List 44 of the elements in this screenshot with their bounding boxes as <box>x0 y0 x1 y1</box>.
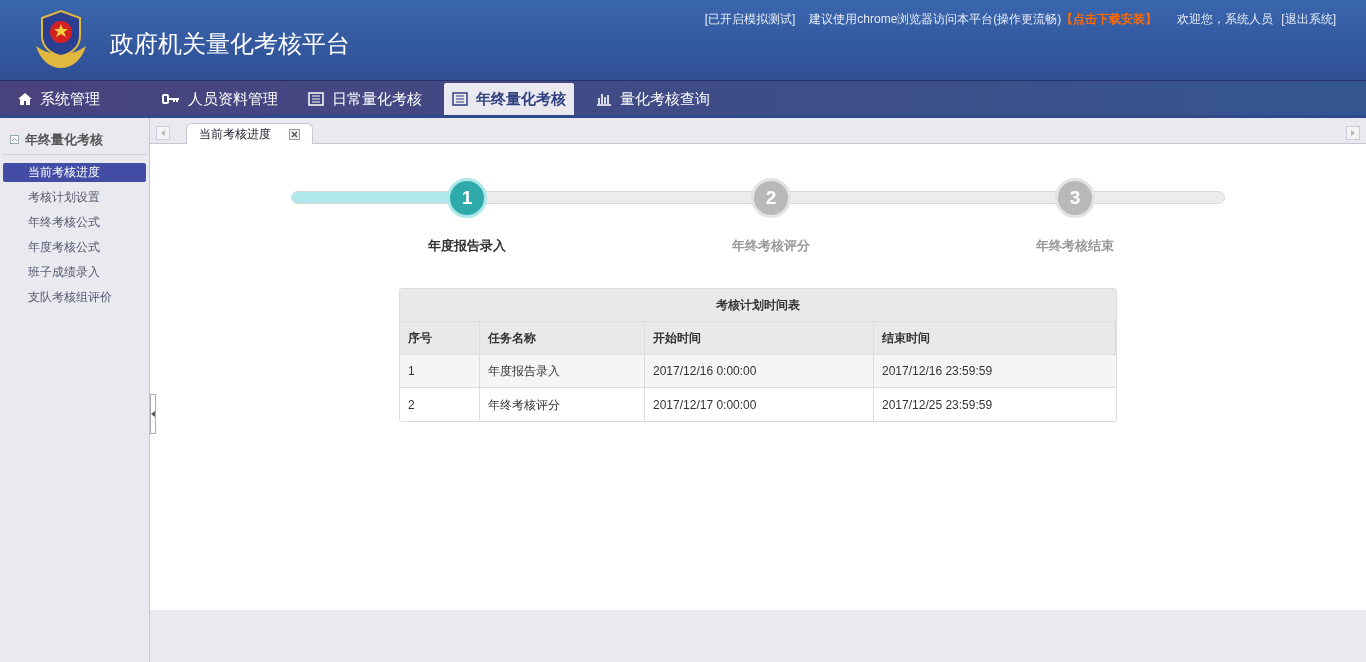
column-header: 任务名称 <box>480 322 645 355</box>
caret-right-icon <box>1351 130 1355 136</box>
column-header: 开始时间 <box>645 322 874 355</box>
bar-chart-icon <box>596 92 612 106</box>
nav-tab[interactable]: 日常量化考核 <box>300 83 430 115</box>
browser-tip: 建议使用chrome浏览器访问本平台(操作更流畅) <box>809 11 1062 28</box>
sidebar-item[interactable]: 当前考核进度 <box>3 162 146 182</box>
scroll-left-button[interactable] <box>156 126 170 140</box>
welcome-text: 欢迎您，系统人员 <box>1177 11 1274 28</box>
list-icon <box>452 92 468 106</box>
collapse-icon[interactable] <box>10 135 19 145</box>
nav-tab[interactable]: 系统管理 <box>10 83 140 115</box>
caret-left-icon <box>151 411 155 417</box>
sidebar-item[interactable]: 年度考核公式 <box>3 237 146 257</box>
step-label: 年终考核评分 <box>731 237 811 255</box>
scroll-right-button[interactable] <box>1346 126 1360 140</box>
page-tab[interactable]: 当前考核进度 <box>186 123 313 144</box>
table-cell: 1 <box>400 355 480 388</box>
sidebar-item[interactable]: 班子成绩录入 <box>3 262 146 282</box>
table-caption: 考核计划时间表 <box>400 289 1116 322</box>
sidebar-item[interactable]: 考核计划设置 <box>3 187 146 207</box>
logout-link[interactable]: [退出系统] <box>1281 10 1336 28</box>
nav-tab[interactable]: 年终量化考核 <box>444 83 574 115</box>
sidebar-title: 年终量化考核 <box>25 131 103 149</box>
close-icon[interactable] <box>289 128 300 140</box>
table-cell: 2017/12/16 23:59:59 <box>874 355 1116 388</box>
caret-left-icon <box>161 130 165 136</box>
sidebar-item[interactable]: 年终考核公式 <box>3 212 146 232</box>
table-cell: 年度报告录入 <box>480 355 645 388</box>
sidebar-toggle[interactable] <box>150 394 156 434</box>
test-mode-notice: [已开启模拟测试] <box>704 11 796 28</box>
step-label: 年度报告录入 <box>427 237 507 255</box>
nav-tab[interactable]: 量化考核查询 <box>588 83 718 115</box>
nav-tab[interactable]: 人员资料管理 <box>154 83 286 115</box>
sidebar-item[interactable]: 支队考核组评价 <box>3 287 146 307</box>
table-cell: 2017/12/16 0:00:00 <box>645 355 874 388</box>
column-header: 结束时间 <box>874 322 1116 355</box>
list-icon <box>308 92 324 106</box>
platform-title: 政府机关量化考核平台 <box>110 29 350 59</box>
key-icon <box>162 94 180 104</box>
table-cell: 2 <box>400 388 480 421</box>
column-header: 序号 <box>400 322 480 355</box>
home-icon <box>18 93 32 105</box>
step-label: 年终考核结束 <box>1035 237 1115 255</box>
